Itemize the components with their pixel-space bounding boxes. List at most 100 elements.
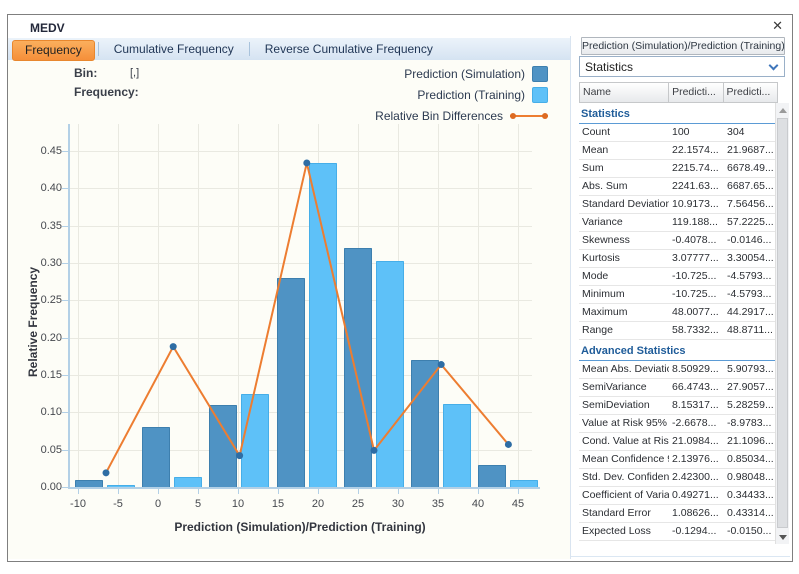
table-row[interactable]: Mode-10.725...-4.5793... [579, 268, 778, 286]
column-header-prediction-2[interactable]: Predicti... [724, 83, 777, 102]
stat-value: -10.725... [669, 268, 724, 285]
y-axis [68, 124, 70, 489]
x-tick [198, 489, 199, 494]
table-row[interactable]: Abs. Sum2241.63...6687.65... [579, 178, 778, 196]
stat-value: -0.0150... [724, 523, 778, 540]
stat-value: 21.9687... [724, 142, 778, 159]
gridline [68, 226, 532, 227]
column-header-prediction-1[interactable]: Predicti... [669, 83, 723, 102]
scroll-down-icon[interactable] [776, 530, 789, 544]
stat-name: Variance [579, 214, 669, 231]
table-row[interactable]: Expected Loss-0.1294...-0.0150... [579, 523, 778, 541]
bar-simulation[interactable] [411, 360, 439, 487]
table-row[interactable]: Standard Error1.08626...0.43314... [579, 505, 778, 523]
x-tick [398, 489, 399, 494]
bar-simulation[interactable] [75, 480, 103, 487]
gridline [198, 124, 199, 487]
bar-training[interactable] [241, 394, 269, 487]
stat-name: Mean Confidence 95% [579, 451, 669, 468]
legend-item[interactable]: Prediction (Simulation) [375, 63, 548, 84]
stat-name: Maximum [579, 304, 669, 321]
table-row[interactable]: Coefficient of Variation0.49271...0.3443… [579, 487, 778, 505]
y-tick-label: 0.00 [16, 481, 62, 493]
gridline [78, 124, 79, 487]
bar-training[interactable] [107, 485, 135, 487]
table-row[interactable]: SemiDeviation8.15317...5.28259... [579, 397, 778, 415]
bar-training[interactable] [309, 163, 337, 487]
tab-reverse-cumulative-frequency[interactable]: Reverse Cumulative Frequency [253, 38, 445, 60]
bin-label: Bin: [74, 66, 97, 80]
stat-value: 27.9057... [724, 379, 778, 396]
x-tick-label: -10 [58, 498, 98, 510]
table-row[interactable]: Kurtosis3.07777...3.30054... [579, 250, 778, 268]
bar-simulation[interactable] [478, 465, 506, 487]
series-header-button[interactable]: Prediction (Simulation)/Prediction (Trai… [581, 37, 785, 55]
table-row[interactable]: Maximum48.0077...44.2917... [579, 304, 778, 322]
table-row[interactable]: Minimum-10.725...-4.5793... [579, 286, 778, 304]
stat-value: 58.7332... [669, 322, 724, 339]
scrollbar-thumb[interactable] [777, 118, 788, 528]
stat-name: Kurtosis [579, 250, 669, 267]
table-row[interactable]: Mean Abs. Deviation8.50929...5.90793... [579, 361, 778, 379]
table-row[interactable]: Variance119.188...57.2225... [579, 214, 778, 232]
table-header: Name Predicti... Predicti... [579, 82, 778, 103]
frequency-label: Frequency: [74, 85, 139, 99]
stat-name: Mean Abs. Deviation [579, 361, 669, 378]
table-row[interactable]: Range58.7332...48.8711... [579, 322, 778, 340]
table-row[interactable]: SemiVariance66.4743...27.9057... [579, 379, 778, 397]
table-row[interactable]: Standard Deviation10.9173...7.56456... [579, 196, 778, 214]
gridline [478, 124, 479, 487]
bar-simulation[interactable] [344, 248, 372, 487]
tab-separator [98, 42, 99, 56]
stat-value: 1.08626... [669, 505, 724, 522]
stat-value: 48.8711... [724, 322, 778, 339]
column-header-name[interactable]: Name [580, 83, 669, 102]
statistics-dropdown[interactable]: Statistics [579, 56, 785, 77]
bar-simulation[interactable] [209, 405, 237, 487]
stat-value: 21.1096... [724, 433, 778, 450]
stat-value: 2.42300... [669, 469, 724, 486]
dropdown-value: Statistics [585, 60, 633, 74]
table-scrollbar[interactable] [775, 103, 789, 544]
bar-training[interactable] [510, 480, 538, 487]
tab-frequency[interactable]: Frequency [12, 40, 95, 61]
scroll-up-icon[interactable] [776, 103, 789, 117]
table-row[interactable]: Cond. Value at Risk 9...21.0984...21.109… [579, 433, 778, 451]
y-tick-label: 0.25 [16, 294, 62, 306]
frequency-chart: Bin: [,] Frequency: Prediction (Simulati… [8, 60, 570, 559]
y-tick-label: 0.40 [16, 182, 62, 194]
table-row[interactable]: Mean Confidence 95%2.13976...0.85034... [579, 451, 778, 469]
bar-simulation[interactable] [142, 427, 170, 487]
legend-item[interactable]: Prediction (Training) [375, 84, 548, 105]
table-row[interactable]: Std. Dev. Confidence ...2.42300...0.9804… [579, 469, 778, 487]
bar-simulation[interactable] [277, 278, 305, 487]
table-row[interactable]: Sum2215.74...6678.49... [579, 160, 778, 178]
table-row[interactable]: Mean22.1574...21.9687... [579, 142, 778, 160]
bar-training[interactable] [376, 261, 404, 487]
x-tick-label: 40 [458, 498, 498, 510]
table-row[interactable]: Skewness-0.4078...-0.0146... [579, 232, 778, 250]
stat-value: -8.9783... [724, 415, 778, 432]
tab-cumulative-frequency[interactable]: Cumulative Frequency [102, 38, 246, 60]
legend-item[interactable]: Relative Bin Differences [375, 105, 548, 126]
bar-training[interactable] [174, 477, 202, 487]
table-row[interactable]: Value at Risk 95%-2.6678...-8.9783... [579, 415, 778, 433]
legend-label: Prediction (Training) [417, 88, 525, 102]
close-icon[interactable]: ✕ [772, 19, 783, 33]
stat-name: Skewness [579, 232, 669, 249]
x-tick [478, 489, 479, 494]
x-tick [158, 489, 159, 494]
stat-value: 5.90793... [724, 361, 778, 378]
y-tick-label: 0.05 [16, 444, 62, 456]
x-tick [518, 489, 519, 494]
stat-name: Minimum [579, 286, 669, 303]
stat-value: 119.188... [669, 214, 724, 231]
window-title: MEDV [30, 21, 65, 35]
bar-training[interactable] [443, 404, 471, 487]
gridline [118, 124, 119, 487]
statistics-table: StatisticsCount100304Mean22.1574...21.96… [579, 103, 778, 544]
stat-value: 304 [724, 124, 778, 141]
x-axis [68, 487, 540, 489]
legend-label: Relative Bin Differences [375, 109, 503, 123]
table-row[interactable]: Count100304 [579, 124, 778, 142]
